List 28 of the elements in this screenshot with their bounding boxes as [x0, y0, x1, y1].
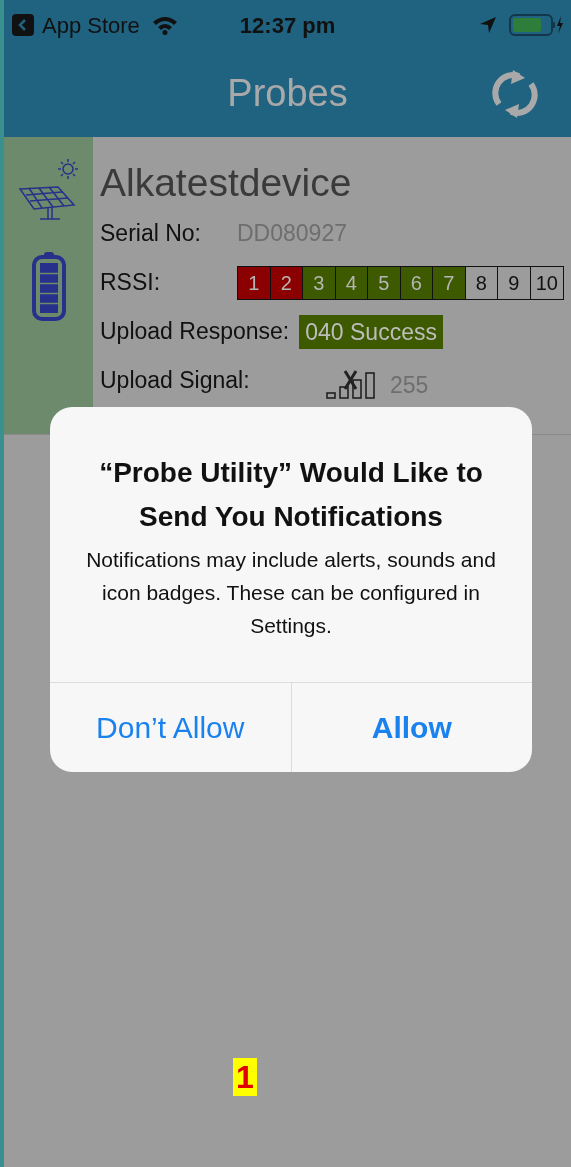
back-label[interactable]: App Store	[42, 8, 140, 42]
rssi-level-cell: 6	[400, 266, 433, 299]
device-name: Alkatestdevice	[100, 160, 353, 206]
location-arrow-icon	[479, 16, 497, 34]
dont-allow-button[interactable]: Don’t Allow	[50, 683, 291, 772]
upload-response-badge: 040 Success	[299, 314, 443, 349]
solar-panel-icon	[17, 157, 80, 221]
refresh-icon[interactable]	[489, 68, 541, 120]
battery-full-icon	[31, 251, 66, 321]
wifi-icon	[151, 15, 178, 35]
rssi-level-cell: 4	[335, 266, 368, 299]
clock-time: 12:37 pm	[239, 11, 336, 40]
rssi-level-cell: 1	[238, 266, 271, 299]
rssi-level-cell: 3	[303, 266, 336, 299]
rssi-label: RSSI:	[100, 268, 162, 298]
allow-button[interactable]: Allow	[290, 683, 532, 772]
alert-message: Notifications may include alerts, sounds and icon badges. These can be configured in Settings.	[85, 547, 497, 639]
upload-response-label: Upload Response:	[100, 317, 290, 347]
battery-icon	[509, 14, 563, 36]
rssi-level-cell: 2	[270, 266, 303, 299]
rssi-level-cell: 7	[433, 266, 466, 299]
rssi-level-cell: 5	[368, 266, 401, 299]
nav-title: Probes	[227, 71, 348, 116]
alert-title: “Probe Utility” Would Like to Send You Notifications	[98, 456, 484, 534]
upload-signal-label: Upload Signal:	[100, 366, 251, 396]
annotation-marker: 1	[233, 1058, 257, 1096]
back-icon[interactable]	[12, 14, 34, 36]
serial-label: Serial No:	[100, 219, 202, 249]
